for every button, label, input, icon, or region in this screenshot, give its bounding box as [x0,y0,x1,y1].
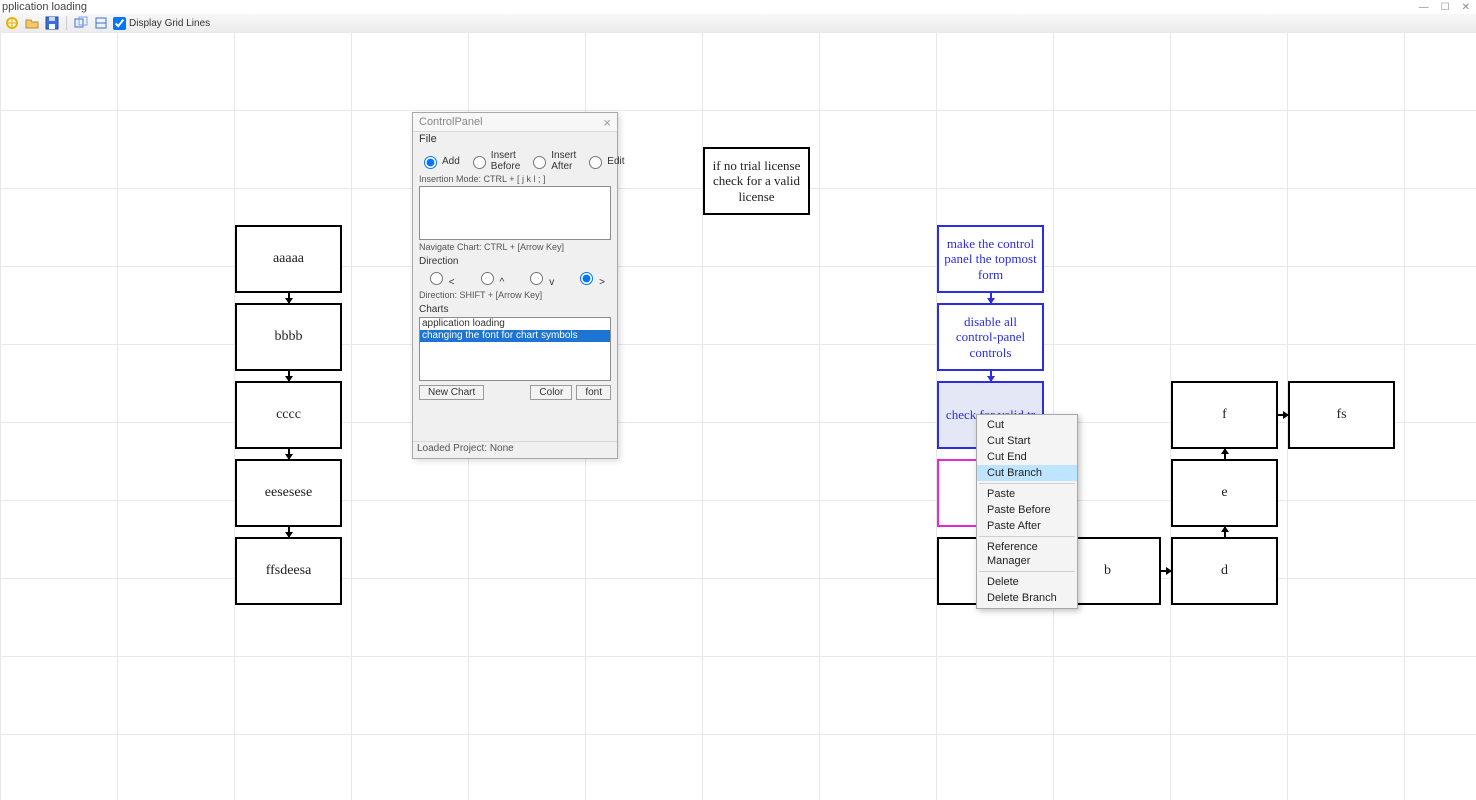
arrow [990,371,992,381]
node-aaaaa[interactable]: aaaaa [235,225,342,293]
canvas[interactable]: aaaaa bbbb cccc eesesese ffsdeesa if no … [0,32,1476,800]
context-menu-separator [979,536,1075,537]
control-panel-body: Add Insert Before Insert After Edit Inse… [413,148,617,441]
toolbar-separator [66,16,67,30]
context-menu-item[interactable]: Paste Before [977,502,1077,518]
window-controls: — ☐ ✕ [1419,2,1470,13]
dir-right[interactable]: > [575,269,605,288]
direction-label: Direction [419,256,611,267]
context-menu-item[interactable]: Paste [977,486,1077,502]
node-e[interactable]: e [1171,459,1278,527]
node-bbbb[interactable]: bbbb [235,303,342,371]
context-menu-item[interactable]: Cut Start [977,433,1077,449]
panel-button-row: New Chart Color font [419,385,611,400]
chart-item-selected[interactable]: changing the font for chart symbols [420,330,610,342]
display-grid-input[interactable] [113,17,126,30]
context-menu-item[interactable]: Delete [977,574,1077,590]
maximize-icon[interactable]: ☐ [1441,2,1450,13]
tool-icon-1[interactable] [73,15,89,31]
arrow [288,293,290,303]
context-menu-item[interactable]: Paste After [977,518,1077,534]
minimize-icon[interactable]: — [1419,2,1429,13]
panel-status: Loaded Project: None [413,441,617,458]
arrow [990,293,992,303]
context-menu-item[interactable]: Cut Branch [977,465,1077,481]
display-grid-checkbox[interactable]: Display Grid Lines [113,17,210,30]
context-menu-item[interactable]: Cut [977,417,1077,433]
insertion-mode-row: Add Insert Before Insert After Edit [419,150,611,172]
hint-direction: Direction: SHIFT + [Arrow Key] [419,290,611,300]
dir-left[interactable]: < [425,269,455,288]
dir-up[interactable]: ^ [476,269,504,288]
open-icon[interactable] [24,15,40,31]
arrow [288,371,290,381]
new-icon[interactable] [4,15,20,31]
node-disable-controls[interactable]: disable all control-panel controls [937,303,1044,371]
mode-edit[interactable]: Edit [584,153,624,169]
arrow [1278,414,1288,416]
context-menu[interactable]: CutCut StartCut EndCut BranchPastePaste … [976,414,1078,609]
context-menu-item[interactable]: Delete Branch [977,590,1077,606]
node-ffsdeesa[interactable]: ffsdeesa [235,537,342,605]
color-button[interactable]: Color [530,385,572,400]
window-title: pplication loading [0,0,1476,14]
mode-add[interactable]: Add [419,153,460,169]
close-icon[interactable]: ✕ [1462,2,1470,13]
context-menu-item[interactable]: Reference Manager [977,539,1077,569]
dir-down[interactable]: v [525,269,554,288]
mode-insert-after[interactable]: Insert After [528,150,576,172]
menu-file[interactable]: File [413,132,617,148]
close-icon[interactable]: × [603,115,611,130]
control-panel-window[interactable]: ControlPanel × File Add Insert Before In… [412,112,618,459]
node-d[interactable]: d [1171,537,1278,605]
control-panel-title-text: ControlPanel [419,116,483,128]
control-panel-titlebar[interactable]: ControlPanel × [413,113,617,132]
mode-insert-before[interactable]: Insert Before [468,150,520,172]
hint-insertion: Insertion Mode: CTRL + [ j k l ; ] [419,174,611,184]
toolbar: Display Grid Lines [0,14,1476,33]
new-chart-button[interactable]: New Chart [419,385,484,400]
node-eesesese[interactable]: eesesese [235,459,342,527]
save-icon[interactable] [44,15,60,31]
node-cccc[interactable]: cccc [235,381,342,449]
charts-label: Charts [419,304,611,315]
direction-row: < ^ v > [419,269,611,288]
chart-item[interactable]: application loading [420,318,610,330]
hint-navigate: Navigate Chart: CTRL + [Arrow Key] [419,242,611,252]
context-menu-item[interactable]: Cut End [977,449,1077,465]
display-grid-label: Display Grid Lines [129,18,210,29]
node-f[interactable]: f [1171,381,1278,449]
node-topmost-form[interactable]: make the control panel the topmost form [937,225,1044,293]
text-input[interactable] [419,186,611,240]
context-menu-separator [979,571,1075,572]
charts-list[interactable]: application loading changing the font fo… [419,317,611,381]
node-trial-license[interactable]: if no trial license check for a valid li… [703,147,810,215]
arrow [288,527,290,537]
node-fs[interactable]: fs [1288,381,1395,449]
arrow [1161,570,1171,572]
arrow [1224,527,1226,537]
arrow [288,449,290,459]
tool-icon-2[interactable] [93,15,109,31]
font-button[interactable]: font [576,385,611,400]
arrow [1224,449,1226,459]
context-menu-separator [979,483,1075,484]
